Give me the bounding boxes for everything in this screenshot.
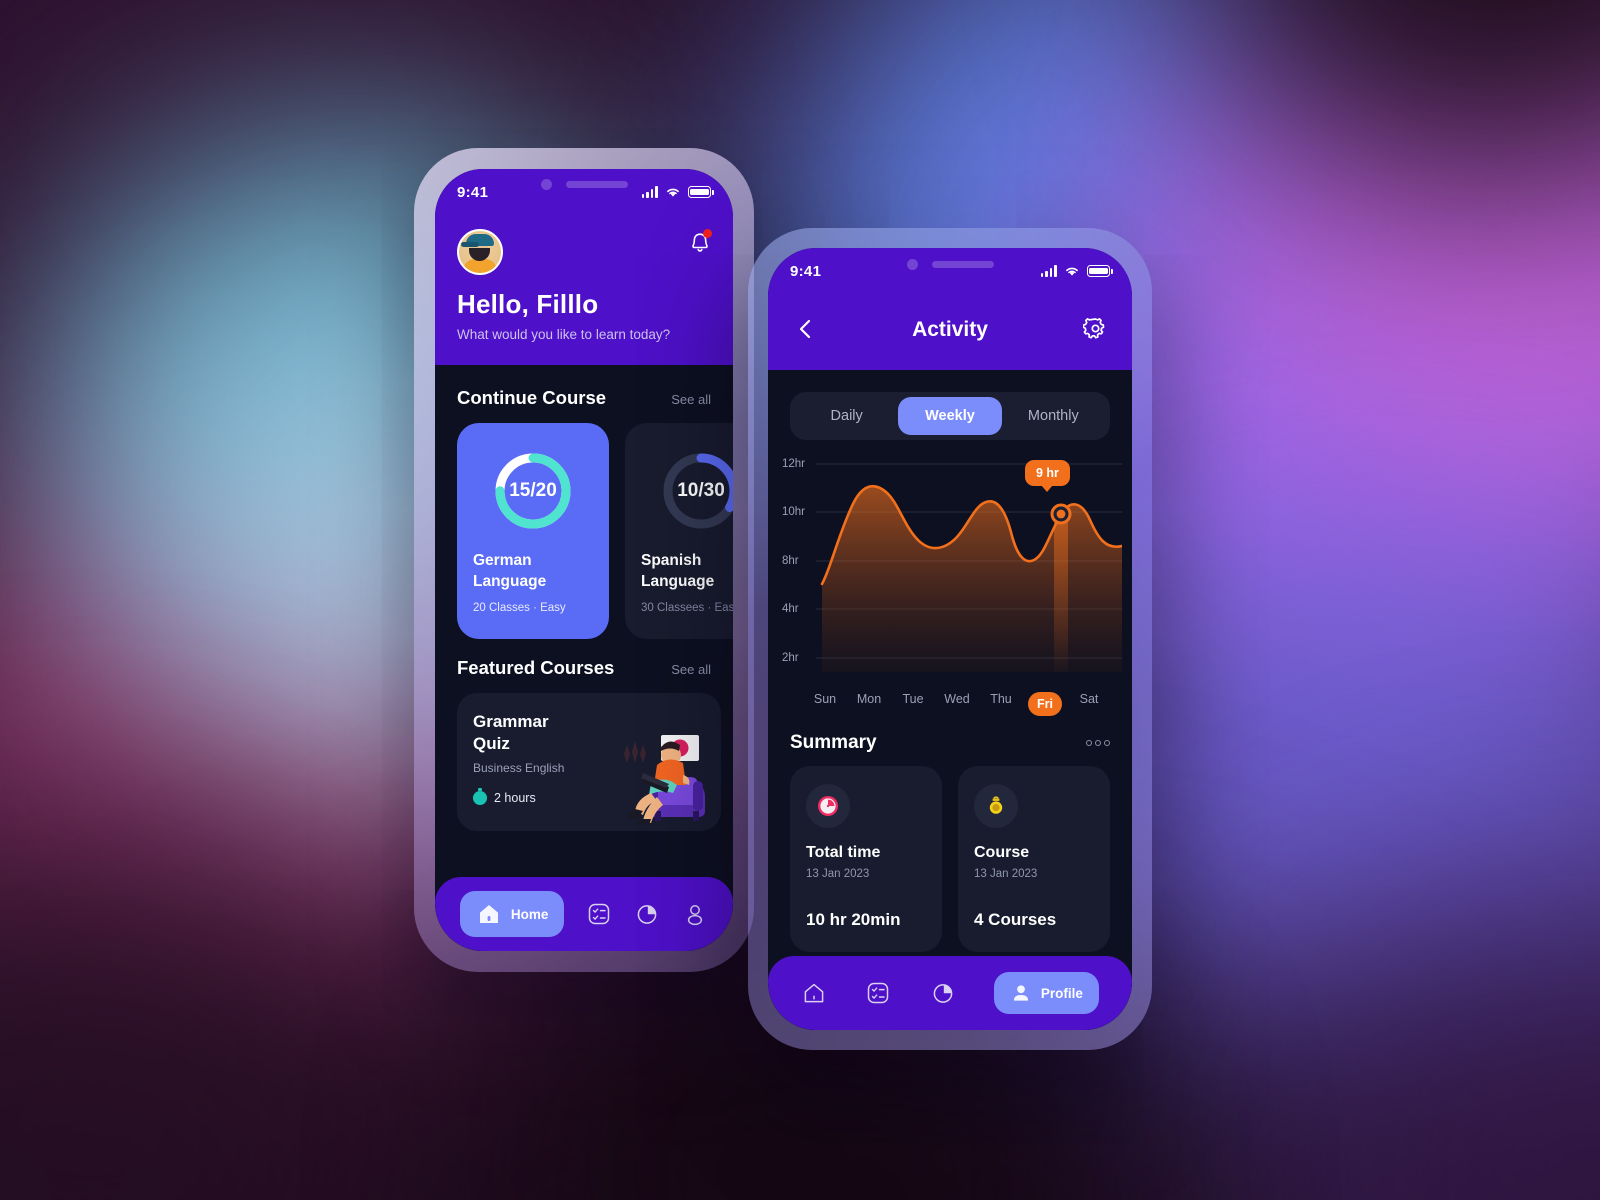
front-camera (540, 178, 552, 190)
signal-bars-icon (1040, 265, 1057, 277)
chart-tooltip: 9 hr (1025, 460, 1070, 486)
tab-monthly[interactable]: Monthly (1002, 397, 1105, 435)
summary-card-title: Course (974, 844, 1030, 861)
person-icon (1010, 982, 1032, 1004)
pie-chart-icon[interactable] (930, 980, 956, 1006)
gear-icon[interactable] (1082, 316, 1108, 341)
greeting-title: Hello, Filllo (457, 289, 599, 319)
earpiece-speaker (565, 180, 628, 188)
summary-card-course[interactable]: Course 13 Jan 2023 4 Courses (958, 766, 1110, 952)
notification-dot (703, 229, 712, 238)
summary-header: Summary (768, 716, 1132, 754)
continue-course-header: Continue Course See all (435, 365, 733, 409)
summary-card-title: Total time (806, 844, 881, 861)
period-segmented-control: Daily Weekly Monthly (790, 392, 1110, 440)
day-tue[interactable]: Tue (896, 692, 930, 716)
wifi-icon (1066, 267, 1078, 276)
home-icon[interactable] (801, 980, 827, 1006)
progress-ring-spanish: 10/30 (659, 449, 733, 533)
more-dots-icon[interactable] (1086, 740, 1110, 746)
home-icon (476, 901, 502, 927)
course-title-spanish: Spanish Language (641, 552, 715, 590)
day-mon[interactable]: Mon (852, 692, 886, 716)
clock-icon (806, 784, 850, 828)
featured-courses-header: Featured Courses See all (435, 639, 733, 679)
phone1-screen: 9:41 Hello, Filllo What would you like t… (435, 169, 733, 951)
bottom-navigation: Home (435, 877, 733, 951)
checklist-icon[interactable] (865, 980, 891, 1006)
status-icons-2 (1040, 265, 1113, 277)
activity-body: Daily Weekly Monthly 12hr 10hr 8hr 4hr 2… (768, 370, 1132, 1030)
bell-icon[interactable] (689, 229, 712, 255)
page-title: Activity (912, 318, 988, 341)
medal-icon (974, 784, 1018, 828)
course-meta-spanish: 30 Classees · Easy (641, 601, 733, 614)
nav-label-home: Home (510, 906, 549, 922)
featured-card-grammar-quiz[interactable]: Grammar Quiz Business English 2 hours (457, 693, 721, 831)
progress-ring-german: 15/20 (491, 449, 575, 533)
progress-label-german: 15/20 (509, 480, 557, 501)
summary-title: Summary (790, 732, 877, 753)
bottom-navigation-2: Profile (768, 956, 1132, 1030)
summary-card-date: 13 Jan 2023 (806, 868, 870, 880)
tab-daily[interactable]: Daily (795, 397, 898, 435)
phone2-notch (865, 248, 1035, 280)
day-sat[interactable]: Sat (1072, 692, 1106, 716)
activity-chart[interactable]: 12hr 10hr 8hr 4hr 2hr 9 hr (778, 458, 1122, 684)
summary-cards: Total time 13 Jan 2023 10 hr 20min Cours… (768, 754, 1132, 952)
day-wed[interactable]: Wed (940, 692, 974, 716)
phone-activity-screen: 9:41 Activity Daily Weekly Monthly 12hr … (748, 228, 1152, 1050)
summary-card-value: 4 Courses (974, 910, 1057, 929)
featured-courses-see-all[interactable]: See all (671, 662, 711, 677)
summary-card-value: 10 hr 20min (806, 910, 901, 929)
checklist-icon[interactable] (586, 901, 612, 927)
battery-icon (1087, 265, 1113, 277)
phone1-notch (504, 169, 664, 199)
front-camera (906, 258, 918, 270)
phone2-screen: 9:41 Activity Daily Weekly Monthly 12hr … (768, 248, 1132, 1030)
person-on-sofa-with-laptop-illustration (624, 735, 705, 825)
continue-course-list: 15/20 German Language 20 Classes · Easy 1… (435, 409, 733, 639)
battery-icon (688, 186, 714, 198)
course-card-spanish[interactable]: 10/30 Spanish Language 30 Classees · Easy (625, 423, 733, 639)
continue-course-see-all[interactable]: See all (671, 392, 711, 407)
nav-label-profile: Profile (1040, 985, 1083, 1001)
featured-courses-title: Featured Courses (457, 657, 615, 678)
tab-weekly[interactable]: Weekly (898, 397, 1002, 435)
person-icon[interactable] (682, 901, 708, 927)
summary-card-date: 13 Jan 2023 (974, 868, 1038, 880)
phone-home-screen: 9:41 Hello, Filllo What would you like t… (414, 148, 754, 972)
progress-label-spanish: 10/30 (677, 480, 725, 501)
wifi-icon (667, 188, 679, 197)
avatar-hat (461, 234, 494, 247)
course-card-german[interactable]: 15/20 German Language 20 Classes · Easy (457, 423, 609, 639)
avatar[interactable] (457, 229, 503, 275)
status-time-2: 9:41 (790, 262, 822, 280)
chart-plot (816, 463, 1122, 672)
pie-chart-icon[interactable] (634, 901, 660, 927)
day-thu[interactable]: Thu (984, 692, 1018, 716)
featured-card-title: Grammar Quiz (473, 712, 549, 754)
course-meta-german: 20 Classes · Easy (473, 601, 566, 614)
course-title-german: German Language (473, 552, 547, 590)
home-body: Continue Course See all 15/20 German Lang… (435, 365, 733, 951)
greeting-subtitle: What would you like to learn today? (457, 327, 671, 342)
summary-card-total-time[interactable]: Total time 13 Jan 2023 10 hr 20min (790, 766, 942, 952)
featured-card-duration-label: 2 hours (494, 791, 536, 806)
nav-item-profile[interactable]: Profile (993, 972, 1099, 1014)
featured-courses-list: Grammar Quiz Business English 2 hours (435, 679, 733, 831)
day-sun[interactable]: Sun (808, 692, 842, 716)
status-time: 9:41 (457, 183, 489, 201)
continue-course-title: Continue Course (457, 387, 607, 408)
nav-item-home[interactable]: Home (459, 891, 565, 937)
earpiece-speaker (931, 260, 994, 268)
day-fri[interactable]: Fri (1028, 692, 1062, 716)
stopwatch-icon (473, 788, 487, 806)
chart-x-axis-days: Sun Mon Tue Wed Thu Fri Sat (768, 684, 1132, 716)
avatar-body (463, 259, 497, 273)
